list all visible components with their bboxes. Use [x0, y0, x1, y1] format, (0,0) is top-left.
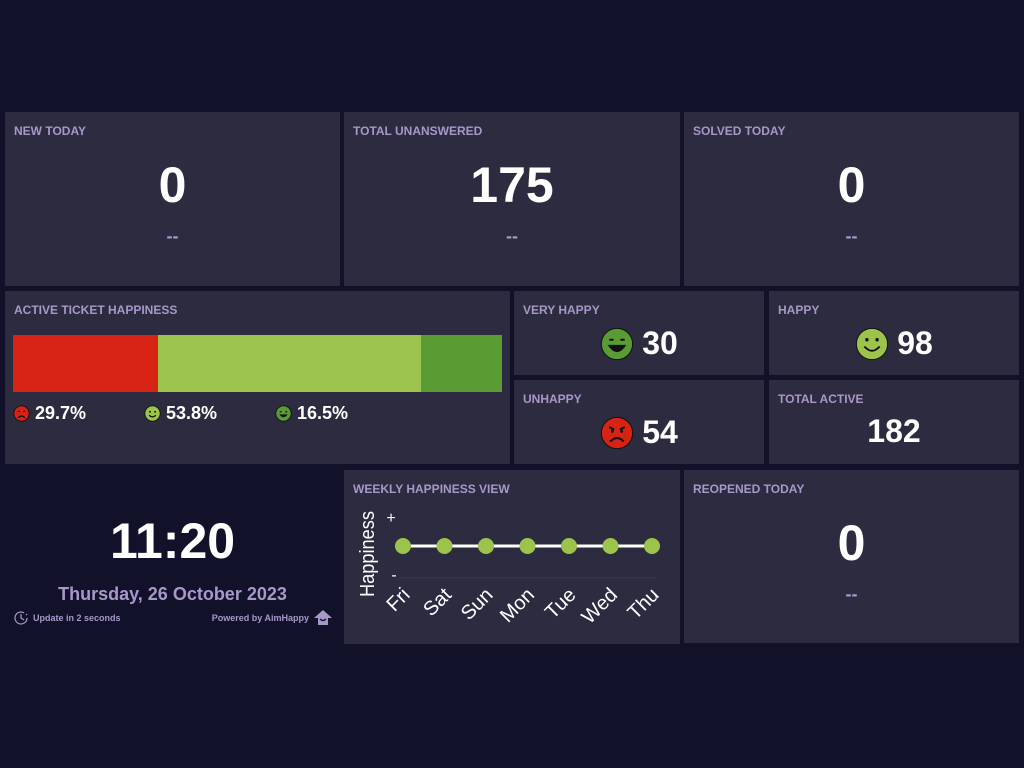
very-happy-face-icon [601, 327, 634, 360]
data-point-thu [644, 538, 660, 554]
solved-today-value: 0 [837, 157, 866, 213]
active-happiness-panel: ACTIVE TICKET HAPPINESS 29.7% 53.8% 16.5… [5, 291, 510, 464]
very-happy-value: 30 [642, 325, 678, 361]
y-tick-top: + [386, 510, 395, 527]
data-point-sun [478, 538, 494, 554]
happy-face-icon [856, 327, 889, 360]
x-tick-label: Fri [382, 584, 414, 616]
legend-very-happy-label: 16.5% [297, 403, 349, 423]
bar-segment-happy [158, 335, 422, 392]
panel-title: REOPENED TODAY [693, 482, 805, 496]
legend-unhappy: 29.7% [13, 403, 86, 424]
x-tick-label: Tue [541, 584, 580, 623]
happy-value: 98 [897, 325, 933, 361]
bar-segment-unhappy [13, 335, 159, 392]
total-active-value: 182 [867, 413, 921, 449]
update-status: Update in 2 seconds [13, 610, 121, 626]
reopened-today-panel: REOPENED TODAY 0 -- [684, 470, 1019, 643]
clock-date: Thursday, 26 October 2023 [58, 584, 287, 604]
happy-face-icon [144, 405, 161, 422]
powered-text: Powered by AimHappy [211, 613, 309, 623]
legend-happy: 53.8% [144, 403, 217, 424]
unhappy-content: 54 [514, 414, 764, 451]
panel-title: HAPPY [778, 303, 820, 317]
aimhappy-logo-icon [314, 610, 332, 625]
clock-time: 11:20 [109, 513, 236, 569]
panel-title: NEW TODAY [14, 124, 87, 138]
angry-face-icon [601, 416, 634, 449]
y-axis-label: Happiness [357, 511, 379, 597]
x-tick-label: Thu [624, 584, 664, 624]
weekly-happiness-panel: WEEKLY HAPPINESS VIEW Happiness + - Fri S… [344, 470, 680, 644]
total-active-panel: TOTAL ACTIVE 182 [769, 380, 1019, 464]
new-today-panel: NEW TODAY 0 -- [5, 112, 340, 286]
new-today-delta: -- [166, 226, 179, 246]
new-today-value: 0 [158, 157, 187, 213]
total-unanswered-value: 175 [470, 157, 554, 213]
data-point-wed [602, 538, 619, 554]
legend-unhappy-label: 29.7% [35, 403, 87, 423]
data-point-sat [436, 538, 453, 554]
reopened-today-value: 0 [837, 515, 866, 571]
happy-panel: HAPPY 98 [769, 291, 1019, 375]
x-tick-label: Mon [496, 584, 539, 627]
legend-happy-label: 53.8% [166, 403, 218, 423]
powered-by[interactable]: Powered by AimHappy [212, 610, 332, 626]
total-unanswered-panel: TOTAL UNANSWERED 175 -- [344, 112, 680, 286]
solved-today-delta: -- [845, 226, 858, 246]
panel-title: TOTAL UNANSWERED [353, 124, 483, 138]
panel-title: VERY HAPPY [523, 303, 600, 317]
happiness-stacked-bar [13, 335, 502, 392]
unhappy-value: 54 [642, 414, 678, 450]
y-tick-bottom: - [391, 567, 396, 584]
weekly-happiness-chart: Happiness + - Fri Sat SunMon TueWed Thu [357, 510, 664, 628]
data-point-tue [561, 538, 577, 554]
clock-icon [14, 611, 28, 625]
happy-content: 98 [769, 325, 1019, 362]
legend-very-happy: 16.5% [275, 403, 348, 424]
total-active-content: 182 [769, 414, 1019, 448]
x-tick-label: Sat [419, 584, 456, 621]
data-point-mon [519, 538, 536, 554]
very-happy-face-icon [275, 405, 292, 422]
clock-panel: 11:20 Thursday, 26 October 2023 Update i… [5, 470, 340, 644]
panel-title: UNHAPPY [523, 392, 582, 406]
very-happy-panel: VERY HAPPY 30 [514, 291, 764, 375]
data-point-fri [395, 538, 411, 554]
panel-title: TOTAL ACTIVE [778, 392, 864, 406]
panel-title: ACTIVE TICKET HAPPINESS [14, 303, 178, 317]
total-unanswered-delta: -- [506, 226, 518, 246]
very-happy-content: 30 [514, 325, 764, 362]
x-tick-label: Wed [578, 584, 622, 628]
solved-today-panel: SOLVED TODAY 0 -- [684, 112, 1019, 286]
panel-title: SOLVED TODAY [693, 124, 786, 138]
update-text: Update in 2 seconds [33, 613, 121, 623]
unhappy-panel: UNHAPPY 54 [514, 380, 764, 464]
reopened-today-delta: -- [845, 584, 858, 604]
unhappy-face-icon [13, 405, 30, 422]
bar-segment-very-happy [421, 335, 502, 392]
x-tick-label: Sun [457, 584, 498, 625]
